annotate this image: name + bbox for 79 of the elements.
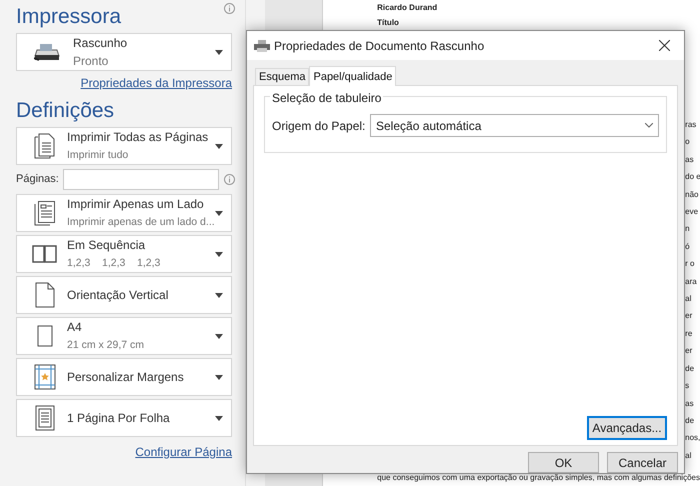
option-subtitle: 1,2,3 1,2,3 1,2,3 [67, 256, 160, 271]
pages-per-sheet-icon [35, 405, 55, 431]
document-author: Ricardo Durand [377, 3, 438, 13]
document-text: ras [685, 120, 698, 129]
caret-icon [215, 50, 223, 54]
printer-dropdown[interactable]: Rascunho Pronto [16, 33, 232, 71]
advanced-button[interactable]: Avançadas... [587, 416, 667, 440]
printer-icon [34, 42, 60, 62]
document-text: ó [685, 242, 691, 251]
settings-dropdown[interactable]: Imprimir Apenas um Lado Imprimir apenas de um lado d... [16, 194, 232, 232]
settings-dropdown[interactable]: A4 21 cm x 29,7 cm [16, 317, 232, 355]
settings-dropdown[interactable]: Orientação Vertical [16, 276, 232, 314]
option-title: A4 [67, 319, 83, 336]
dialog-title: Propriedades de Documento Rascunho [274, 38, 486, 54]
document-text: er [685, 346, 694, 356]
document-text: as [685, 398, 695, 408]
option-subtitle: Imprimir apenas de um lado d... [67, 215, 215, 230]
document-text: r o [685, 259, 696, 268]
paper-source-select[interactable]: Seleção automática [370, 114, 659, 138]
close-icon [658, 40, 670, 51]
caret-icon [215, 416, 223, 420]
pages-icon [34, 133, 56, 159]
document-text: não [685, 190, 700, 199]
document-text: nos, [685, 433, 700, 442]
caret-icon [215, 334, 223, 338]
document-text: de [685, 416, 696, 425]
document-text: re [685, 328, 694, 338]
printer-status: Pronto [73, 53, 110, 70]
document-text: que conseguimos com uma exportação ou gravação simples, mas com algumas definições [377, 473, 700, 483]
caret-icon [215, 210, 223, 216]
document-text: er [685, 311, 694, 320]
caret-icon [215, 374, 223, 380]
portrait-page-icon [35, 282, 55, 308]
chevron-icon [645, 123, 653, 128]
option-title: Em Sequência [67, 237, 146, 254]
document-text: de [685, 364, 696, 373]
settings-dropdown[interactable]: Em Sequência 1,2,3 1,2,3 1,2,3 [16, 235, 232, 273]
caret-icon [215, 144, 223, 148]
document-text: eve [685, 207, 700, 216]
settings-dropdown[interactable]: Personalizar Margens [16, 358, 232, 396]
paper-source-label: Origem do Papel: [272, 118, 366, 135]
pages-label: Páginas: [16, 172, 60, 188]
dialog-button[interactable]: Cancelar [607, 452, 678, 473]
document-text: s [685, 381, 690, 390]
document-text: as [685, 154, 695, 164]
document-text: al [685, 294, 692, 304]
info-icon [224, 174, 235, 185]
pages-field[interactable] [63, 169, 219, 190]
one-side-page-icon [34, 200, 56, 226]
printer-properties-link[interactable]: Propriedades da Impressora [80, 74, 232, 92]
section-title: Impressora [16, 4, 122, 30]
option-title: Personalizar Margens [67, 369, 185, 386]
dialog-button[interactable]: OK [528, 452, 599, 473]
document-text: n [685, 224, 691, 234]
section-title: Definições [16, 98, 114, 124]
settings-dropdown[interactable]: Imprimir Todas as Páginas Imprimir tudo [16, 127, 232, 165]
document-text: ara [685, 276, 698, 286]
document-text: do e [685, 172, 700, 182]
info-icon [224, 3, 235, 14]
printer-name: Rascunho [73, 35, 128, 52]
option-subtitle: 21 cm x 29,7 cm [67, 338, 144, 353]
option-title: Orientação Vertical [67, 287, 170, 304]
document-text: al [685, 450, 692, 460]
dialog-tab[interactable]: Papel/qualidade [309, 66, 396, 86]
paper-size-icon [37, 325, 53, 347]
margins-icon [34, 364, 56, 390]
document-heading: Título [377, 18, 400, 28]
collate-icon [32, 245, 58, 263]
settings-dropdown[interactable]: 1 Página Por Folha [16, 399, 232, 437]
caret-icon [215, 252, 223, 256]
caret-icon [215, 292, 223, 298]
dialog-tab[interactable]: Esquema [255, 68, 310, 86]
option-subtitle: Imprimir tudo [67, 148, 128, 163]
printer-icon [254, 40, 270, 52]
document-text: o [685, 137, 691, 146]
option-title: 1 Página Por Folha [67, 410, 171, 427]
option-title: Imprimir Todas as Páginas [67, 129, 210, 146]
option-title: Imprimir Apenas um Lado [67, 196, 205, 213]
page-setup-link[interactable]: Configurar Página [135, 443, 232, 461]
